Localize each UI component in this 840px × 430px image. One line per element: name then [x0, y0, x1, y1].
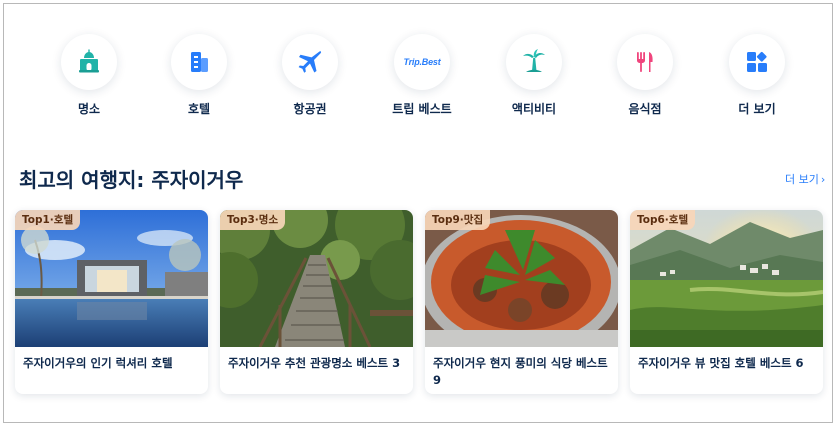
card-title: 주자이거우의 인기 럭셔리 호텔 — [23, 356, 173, 370]
hotel-pool-photo — [15, 210, 208, 347]
category-attraction[interactable]: 명소 — [39, 34, 139, 117]
page-frame: 명소 호텔 항공권 Trip.Best 트립 베스트 액티비티 음식점 더 보기… — [3, 3, 833, 423]
see-more-label: 더 보기 — [785, 173, 819, 186]
spicy-hotpot-photo — [425, 210, 618, 347]
hotel-building-icon — [171, 34, 227, 90]
forest-stairs-photo — [220, 210, 413, 347]
category-label: 호텔 — [187, 102, 211, 116]
card-title: 주자이거우 뷰 맛집 호텔 베스트 6 — [638, 356, 804, 370]
trip-best-logo: Trip.Best — [394, 34, 450, 90]
section-title: 최고의 여행지: 주자이거우 — [19, 168, 244, 192]
mountain-valley-photo — [630, 210, 823, 347]
category-more[interactable]: 더 보기 — [707, 34, 807, 117]
category-label: 더 보기 — [738, 102, 776, 116]
airplane-icon — [282, 34, 338, 90]
category-restaurant[interactable]: 음식점 — [595, 34, 695, 117]
ranking-badge: Top9·맛집 — [425, 210, 491, 230]
see-more-link[interactable]: 더 보기 › — [785, 171, 825, 187]
category-label: 트립 베스트 — [392, 102, 452, 116]
destination-card[interactable]: Top6·호텔 주자이거우 뷰 맛집 호텔 베스트 6 — [630, 210, 823, 394]
ranking-badge: Top3·명소 — [220, 210, 286, 230]
category-label: 항공권 — [293, 102, 327, 116]
category-nav: 명소 호텔 항공권 Trip.Best 트립 베스트 액티비티 음식점 더 보기 — [44, 34, 824, 124]
category-flights[interactable]: 항공권 — [260, 34, 360, 117]
attraction-icon — [61, 34, 117, 90]
fork-knife-icon — [617, 34, 673, 90]
category-activity[interactable]: 액티비티 — [484, 34, 584, 117]
category-hotel[interactable]: 호텔 — [149, 34, 249, 117]
ranking-badge: Top1·호텔 — [15, 210, 81, 230]
category-trip-best[interactable]: Trip.Best 트립 베스트 — [372, 34, 472, 117]
chevron-right-icon: › — [820, 173, 826, 186]
trip-best-logo-text: Trip.Best — [403, 57, 441, 67]
destination-card[interactable]: Top1·호텔 주자이거우의 인기 럭셔리 호텔 — [15, 210, 208, 394]
category-label: 액티비티 — [511, 102, 557, 116]
card-title: 주자이거우 추천 관광명소 베스트 3 — [228, 356, 401, 370]
destination-card[interactable]: Top3·명소 주자이거우 추천 관광명소 베스트 3 — [220, 210, 413, 394]
category-label: 명소 — [77, 102, 101, 116]
destination-card[interactable]: Top9·맛집 주자이거우 현지 풍미의 식당 베스트 9 — [425, 210, 618, 394]
category-label: 음식점 — [628, 102, 662, 116]
card-title: 주자이거우 현지 풍미의 식당 베스트 9 — [433, 356, 608, 387]
palm-tree-icon — [506, 34, 562, 90]
ranking-badge: Top6·호텔 — [630, 210, 696, 230]
grid-more-icon — [729, 34, 785, 90]
